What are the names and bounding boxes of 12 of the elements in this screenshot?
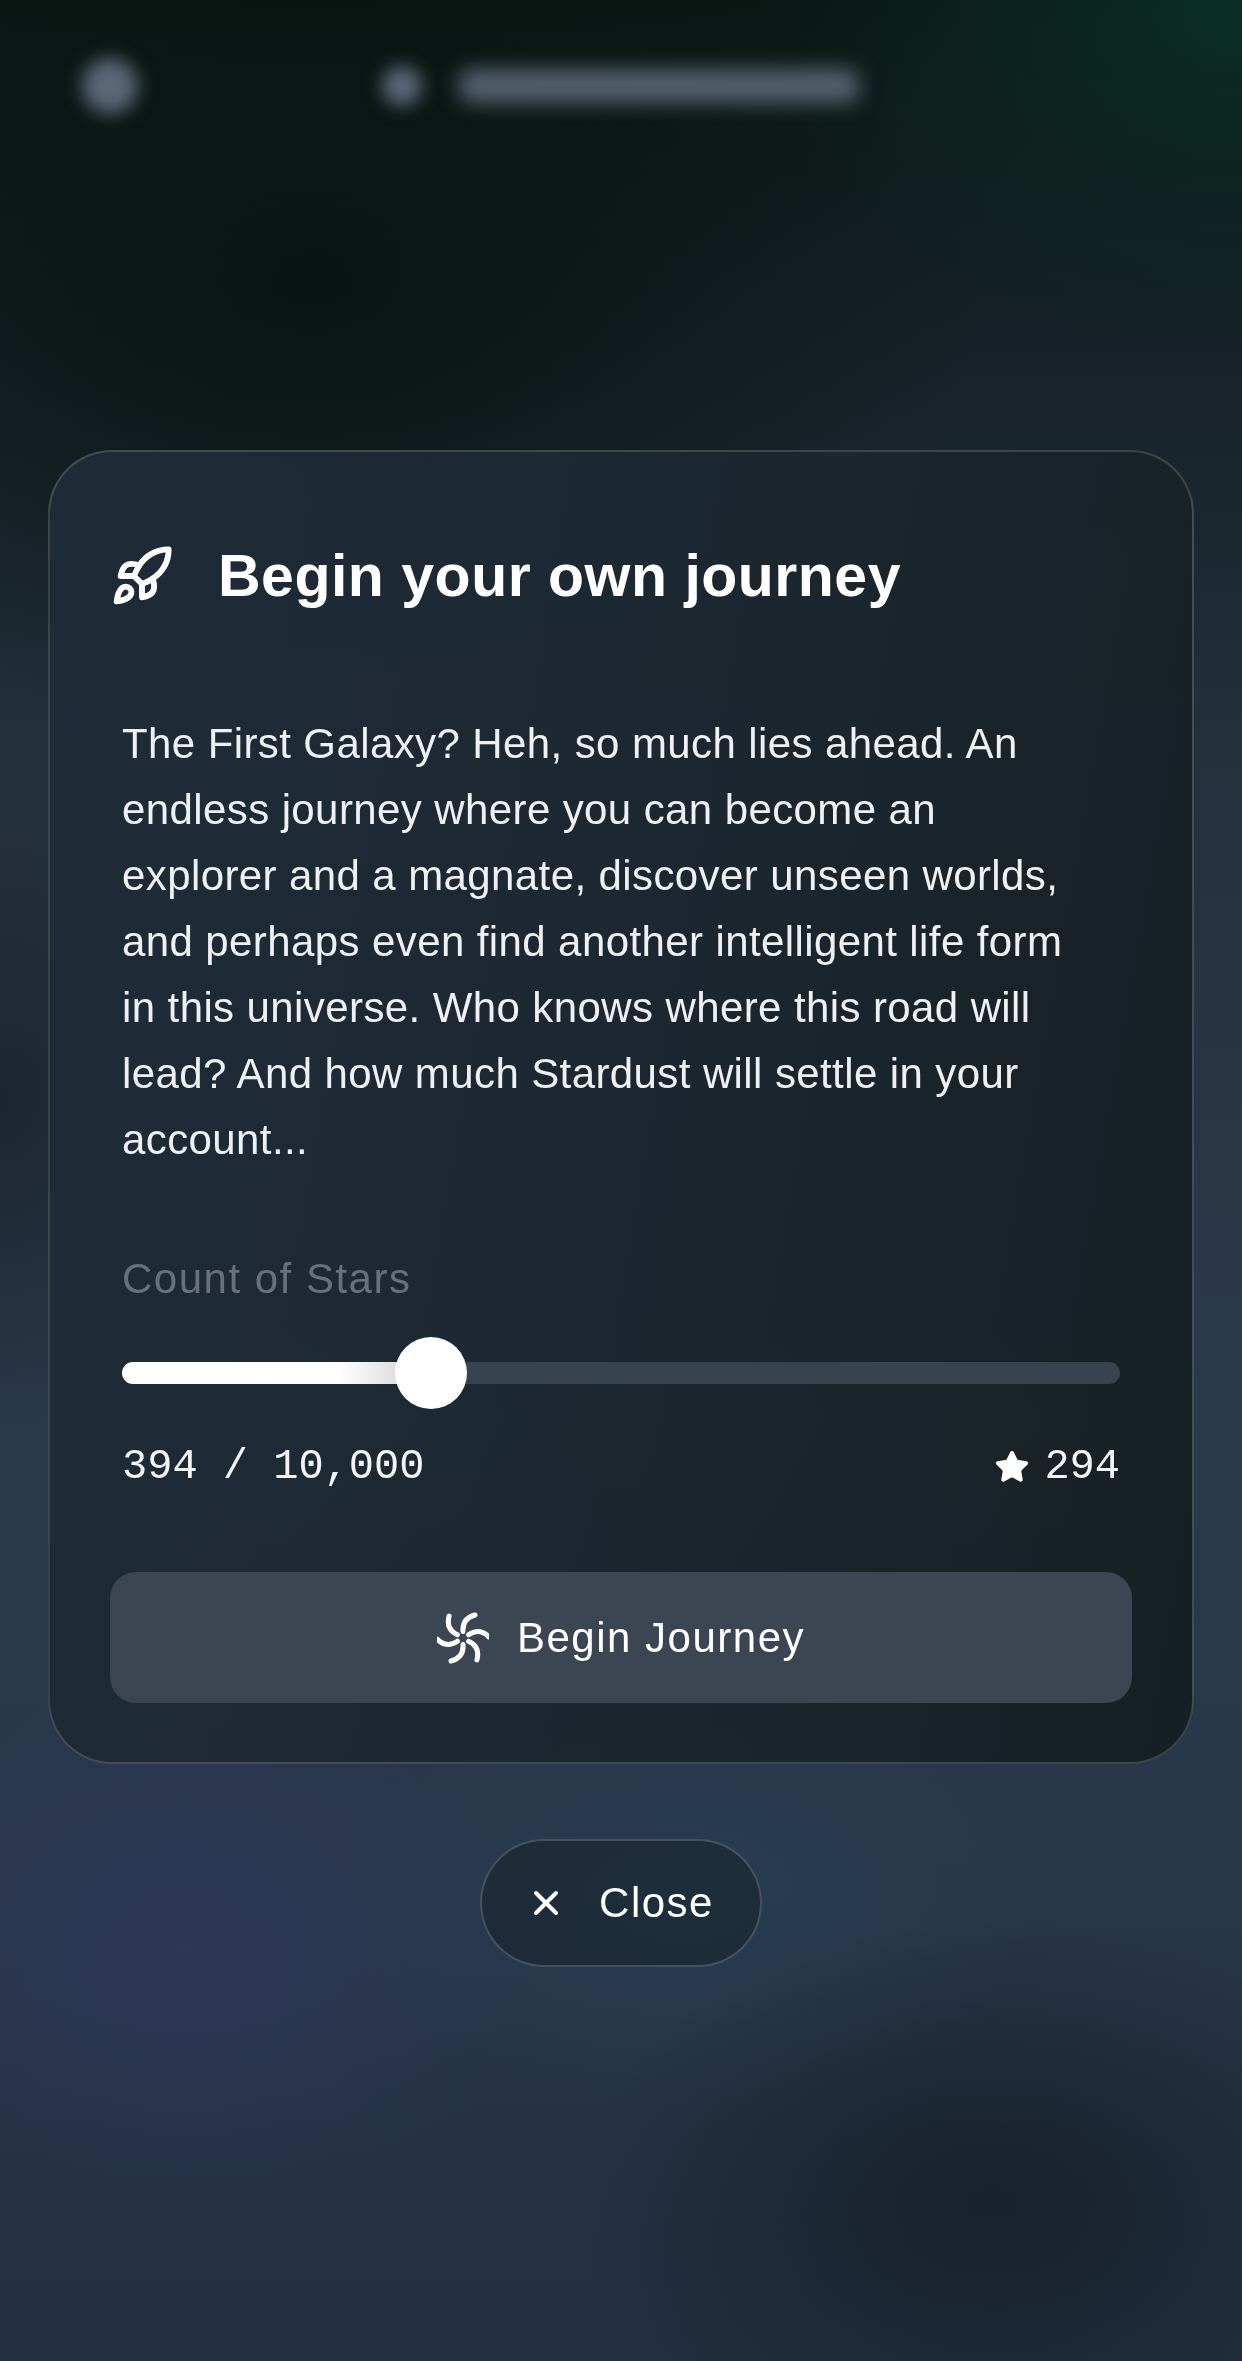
close-button[interactable]: Close [480, 1839, 762, 1967]
star-balance: 294 [1044, 1442, 1120, 1492]
star-icon [994, 1449, 1031, 1485]
dialog-text: The First Galaxy? Heh, so much lies ahead. An endless journey where you can become an explorer and a magnate, discover unseen worlds, and perhaps even find another intelligent life form in this universe. Who knows where this road will lead? And how much Stardust will settle in your account... [122, 719, 1064, 1165]
star-count-slider[interactable] [122, 1337, 1120, 1409]
star-count-reading: 394 / 10,000 [122, 1442, 425, 1492]
dialog-title: Begin your own journey [218, 544, 901, 608]
blurred-button-drawing [82, 58, 138, 114]
blurred-avatar-drawing [382, 66, 422, 106]
begin-journey-button[interactable]: Begin Journey [110, 1572, 1132, 1703]
slider-label: Count of Stars [122, 1255, 413, 1303]
spiral-icon [437, 1611, 489, 1664]
